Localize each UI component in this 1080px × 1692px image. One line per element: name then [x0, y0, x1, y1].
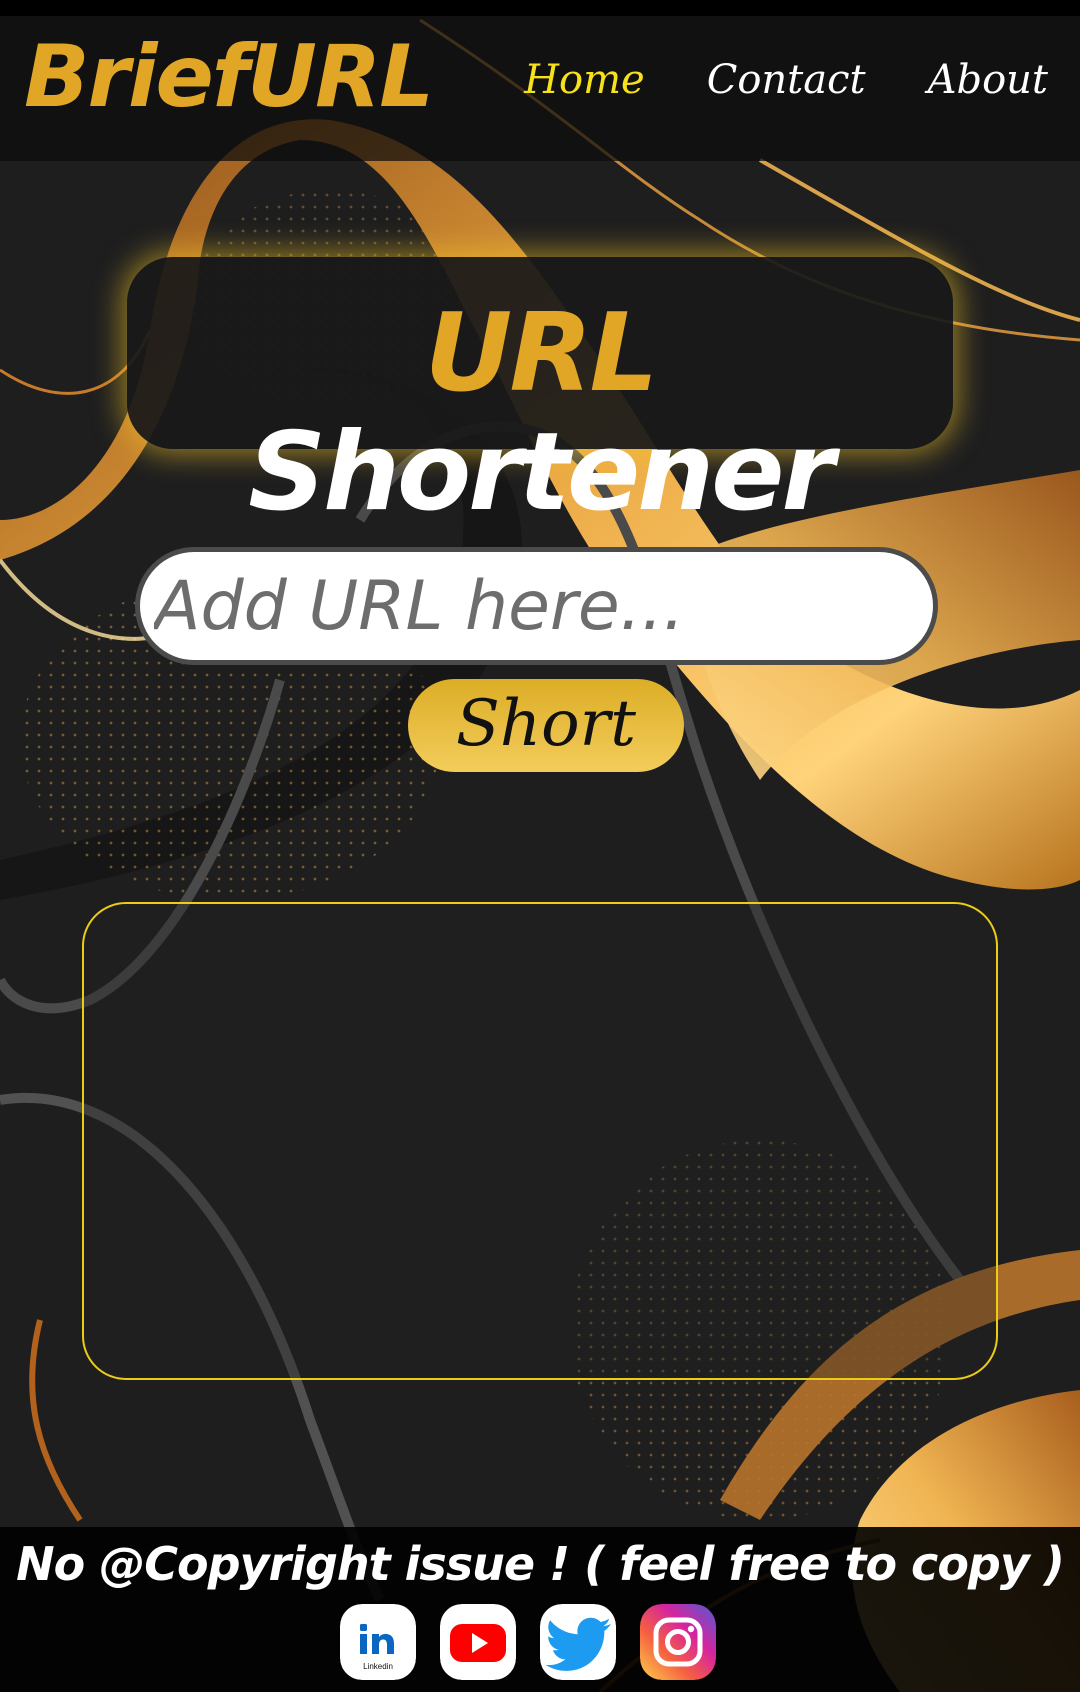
instagram-link[interactable] [640, 1604, 716, 1680]
social-links: Linkedin [340, 1604, 716, 1680]
nav-link-about[interactable]: About [928, 60, 1048, 100]
navbar: BriefURL Home Contact About [0, 16, 1080, 161]
linkedin-caption: Linkedin [363, 1662, 393, 1671]
twitter-link[interactable] [540, 1604, 616, 1680]
nav-menu: Home Contact About [524, 60, 1048, 100]
page-title: URL Shortener [127, 294, 953, 535]
twitter-icon [540, 1604, 616, 1680]
youtube-icon [440, 1604, 516, 1680]
url-input[interactable] [135, 547, 938, 665]
result-output-box [82, 902, 998, 1380]
short-button[interactable]: Short [408, 679, 684, 772]
footer-copyright-text: No @Copyright issue ! ( feel free to cop… [16, 1537, 1065, 1591]
youtube-link[interactable] [440, 1604, 516, 1680]
hero-title-box: URL Shortener [127, 257, 953, 532]
instagram-icon [640, 1604, 716, 1680]
title-main: Shortener [248, 409, 834, 535]
background-decoration [0, 0, 1080, 1692]
nav-link-home[interactable]: Home [524, 60, 645, 100]
footer: No @Copyright issue ! ( feel free to cop… [0, 1527, 1080, 1692]
brand-logo[interactable]: BriefURL [24, 34, 434, 120]
top-strip [0, 0, 1080, 16]
linkedin-link[interactable]: Linkedin [340, 1604, 416, 1680]
title-highlight: URL [424, 291, 659, 416]
nav-link-contact[interactable]: Contact [707, 60, 866, 100]
